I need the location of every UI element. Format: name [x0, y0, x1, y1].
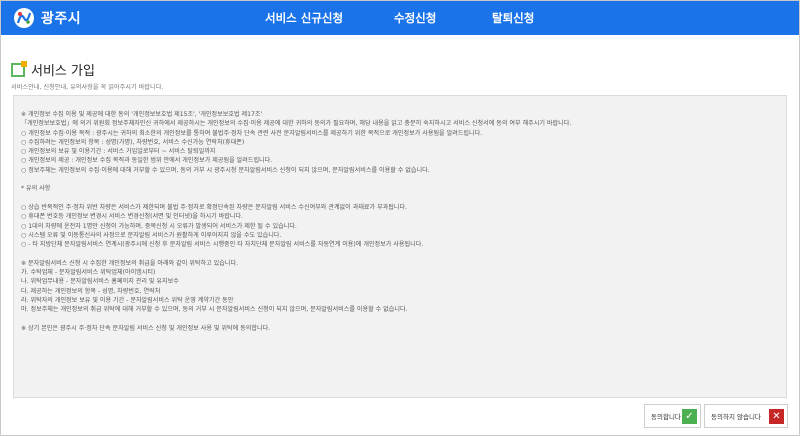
check-icon: ✓	[682, 409, 697, 424]
terms-line: ○ 휴대폰 번호등 개인정보 변경시 서비스 변경신청(서면 및 인터넷)을 하…	[21, 213, 243, 221]
terms-spacer	[21, 194, 786, 203]
nav-label: 서비스 신규신청	[265, 11, 344, 25]
city-emblem-icon	[13, 7, 35, 29]
terms-line: ○ 시스템 오류 및 이동통신사의 사정으로 문자알림 서비스가 원활하게 이루…	[21, 231, 282, 239]
terms-line: 마. 정보주체는 개인정보의 취급 위탁에 대해 거부할 수 있으며, 동의 거…	[21, 306, 408, 314]
top-navigation-bar: 광주시 서비스 신규신청 수정신청 탈퇴신청	[1, 1, 799, 35]
form-icon	[11, 60, 27, 77]
terms-spacer	[21, 249, 786, 258]
terms-line: ※ 문자알림서비스 신청 시 수집한 개인정보의 취급을 아래와 같이 위탁하고…	[21, 259, 239, 267]
page-subtitle: 서비스안내, 신청안내, 유의사항을 꼭 읽어주시기 바랍니다.	[11, 84, 164, 91]
disagree-label: 동의하지 않습니다	[711, 413, 761, 421]
terms-line: ○ 수집하려는 개인정보의 항목 : 성명(가명), 차량번호, 서비스 수신가…	[21, 138, 245, 146]
site-logo[interactable]: 광주시	[13, 7, 81, 29]
terms-line: 「개인정보보호법」에 의거 위원회 정보주체자인신 귀하에서 제공하시는 개인정…	[21, 120, 572, 128]
terms-line: 라. 위탁자의 개인정보 보유 및 이용 기간 - 문자알림서비스 위탁 운영 …	[21, 296, 234, 304]
terms-line: ○ 상습 반복적인 주·정차 위반 차량은 서비스가 제한되며 불법 주·정차로…	[21, 203, 408, 211]
page-heading: 서비스 가입	[11, 60, 95, 79]
terms-line: 나. 위탁업무내용 - 문자알림서비스 홈페이지 관리 및 유지보수	[21, 278, 179, 286]
disagree-button[interactable]: 동의하지 않습니다 ✕	[704, 404, 788, 428]
nav-modify-request[interactable]: 수정신청	[394, 1, 436, 35]
close-icon: ✕	[769, 409, 784, 424]
terms-line: 다. 제공하는 개인정보의 항목 - 성명, 차량번호, 연락처	[21, 287, 161, 295]
terms-line: ○ 1대의 차량에 운전자 1명만 신청이 가능하며, 중복신청 시 오류가 발…	[21, 222, 297, 230]
terms-line: ○ - 타 지방단체 문자알림서비스 연계시(광주시에 신청 후 문자알림 서비…	[21, 241, 424, 249]
terms-spacer	[21, 175, 786, 184]
nav-label: 수정신청	[394, 11, 437, 25]
nav-withdraw-request[interactable]: 탈퇴신청	[492, 1, 534, 35]
terms-spacer	[21, 315, 786, 324]
nav-new-signup[interactable]: 서비스 신규신청	[265, 1, 343, 35]
terms-line: ○ 정보주체는 개인정보의 수집·이용에 대해 거부할 수 있으며, 동의 거부…	[21, 166, 430, 174]
terms-line: ※ 상기 본인은 광주시 주·정차 단속 문자알림 서비스 신청 및 개인정보 …	[21, 324, 271, 332]
terms-line: ○ 개인정보의 보유 및 이용기간 : 서비스 가입일로부터 ~ 서비스 탈퇴일…	[21, 148, 216, 156]
terms-line: ○ 개인정보의 제공 : 개인정보 수집 목적과 동일한 범위 안에서 개인정보…	[21, 157, 273, 165]
terms-line: * 유의 사항	[21, 185, 51, 193]
nav-label: 탈퇴신청	[492, 11, 535, 25]
terms-line: 가. 수탁업체 - 문자알림서비스 위탁업체(아이엠시티)	[21, 269, 156, 277]
page-title: 서비스 가입	[31, 64, 95, 79]
logo-text: 광주시	[41, 11, 82, 27]
agree-button[interactable]: 동의합니다 ✓	[644, 404, 701, 428]
agree-label: 동의합니다	[651, 413, 681, 421]
terms-box: ※ 개인정보 수집 이용 및 제공에 대한 동의 '개인정보보호법 제15조',…	[13, 95, 787, 398]
terms-line: ○ 개인정보 수집·이용 목적 : 광주시는 귀하의 최소한의 개인정보를 통하…	[21, 129, 483, 137]
terms-line: ※ 개인정보 수집 이용 및 제공에 대한 동의 '개인정보보호법 제15조',…	[21, 111, 263, 118]
